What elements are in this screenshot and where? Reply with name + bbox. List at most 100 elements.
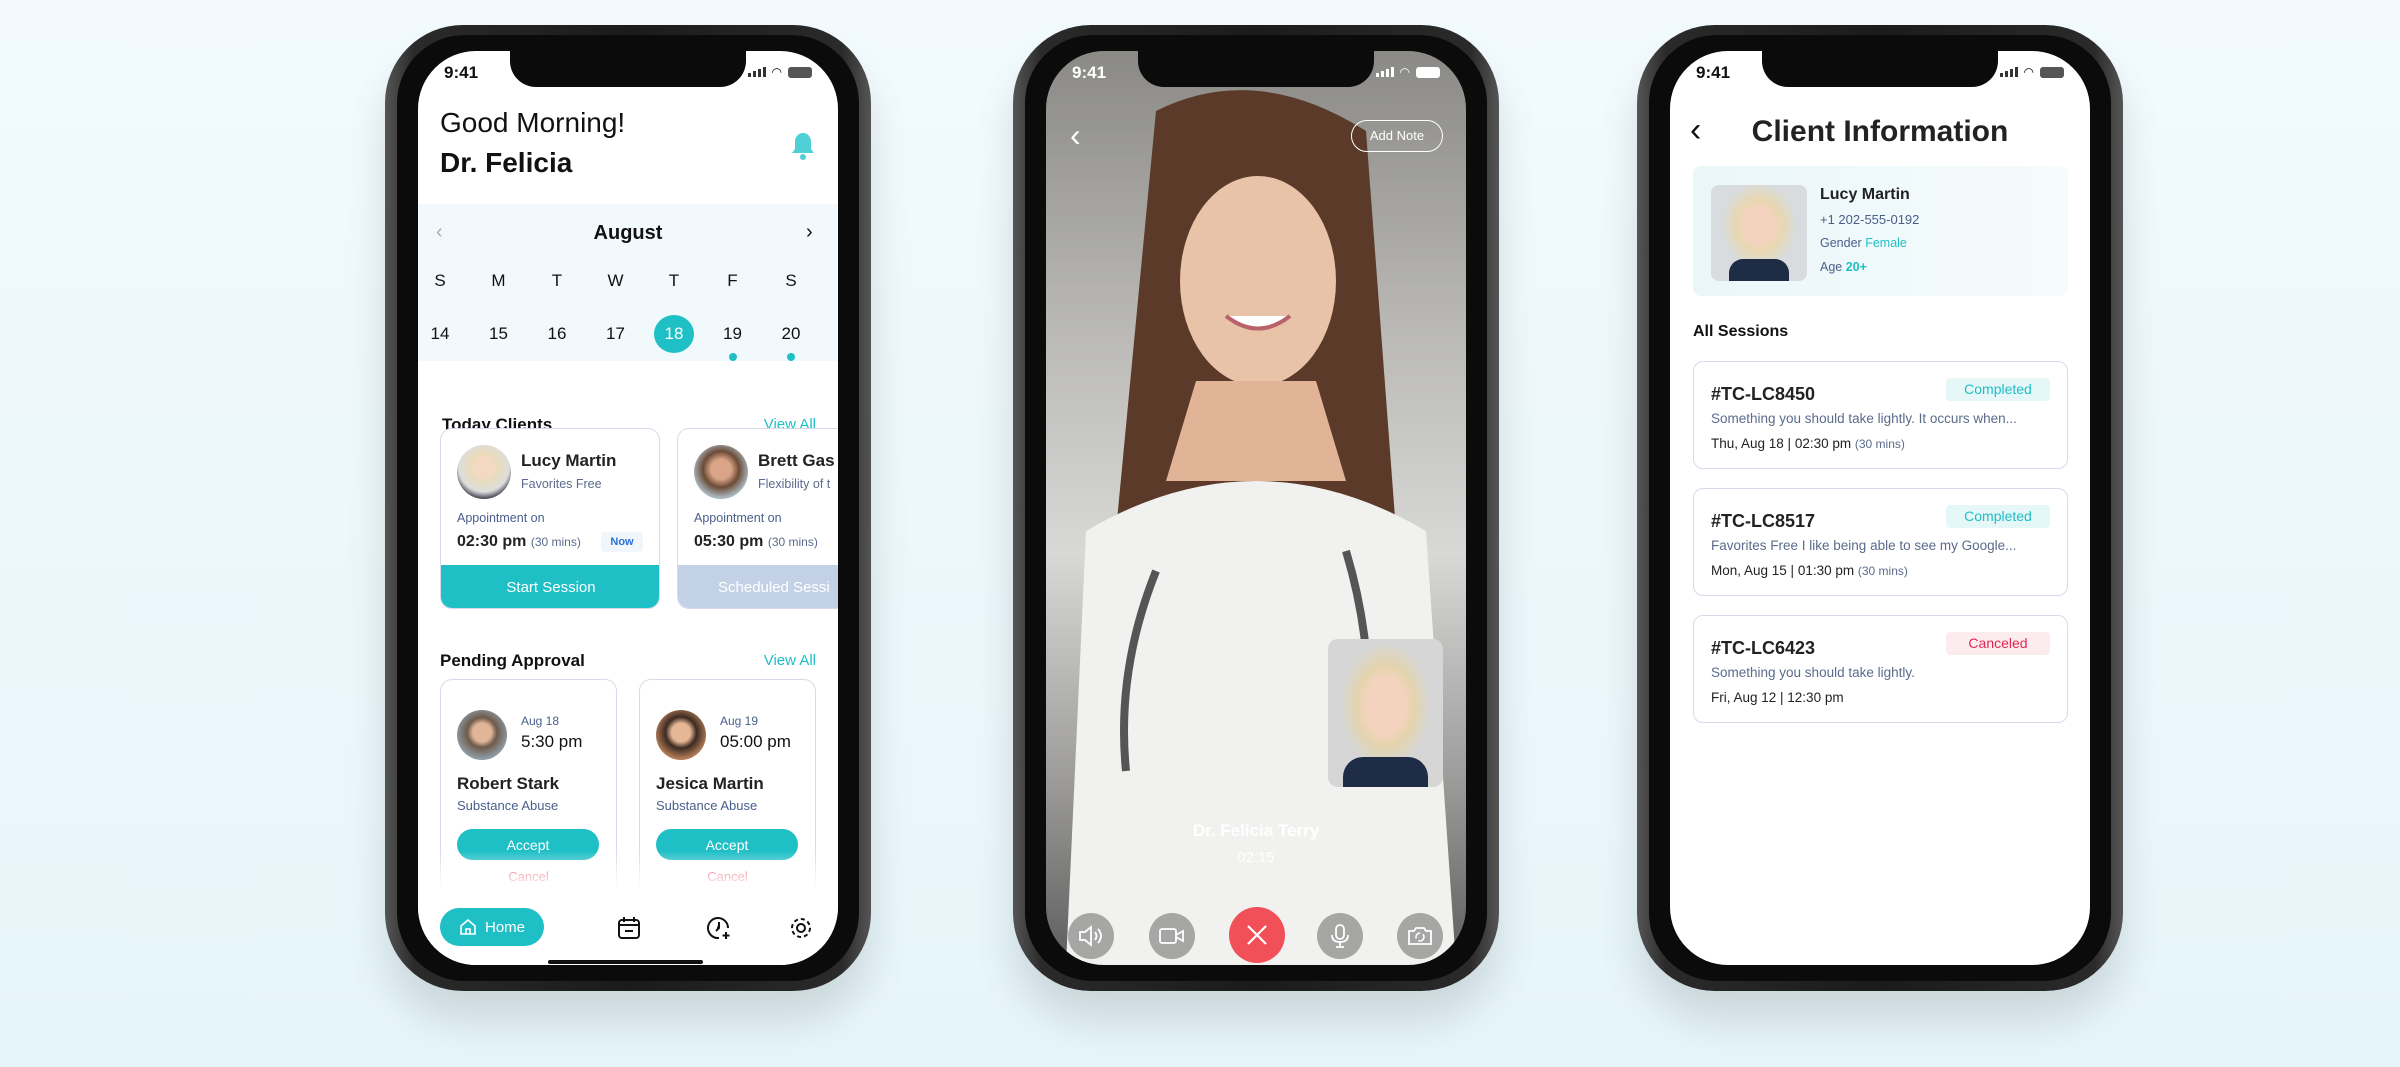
appointment-label: Appointment on — [694, 511, 782, 525]
session-datetime: Fri, Aug 12 | 12:30 pm — [1711, 690, 1844, 705]
signal-icon — [747, 67, 766, 77]
session-card[interactable]: #TC-LC8517 Completed Favorites Free I li… — [1693, 488, 2068, 596]
back-icon[interactable]: ‹ — [1070, 117, 1081, 154]
scheduled-session-button[interactable]: Scheduled Sessi — [678, 565, 838, 608]
calendar-date-selected[interactable]: 18 — [654, 315, 694, 353]
appointment-duration: (30 mins) — [767, 535, 818, 549]
session-description: Something you should take lightly. — [1711, 665, 1915, 680]
speaker-icon — [1079, 925, 1102, 947]
battery-icon — [2040, 66, 2064, 78]
pending-view-all[interactable]: View All — [764, 652, 816, 669]
appointment-dot — [728, 353, 737, 361]
appointment-time: 05:30 pm — [694, 533, 764, 550]
status-icons: ◠ — [747, 65, 812, 79]
status-badge: Completed — [1946, 505, 2050, 528]
fade-overlay — [418, 851, 838, 888]
home-indicator — [548, 960, 703, 964]
calendar-date[interactable]: 20 — [771, 324, 811, 344]
microphone-icon — [1331, 924, 1349, 948]
avatar — [457, 710, 507, 760]
session-card[interactable]: #TC-LC8450 Completed Something you shoul… — [1693, 361, 2068, 469]
status-time: 9:41 — [444, 63, 479, 82]
start-session-button[interactable]: Start Session — [441, 565, 659, 608]
notch — [510, 51, 746, 87]
calendar-date[interactable]: 16 — [537, 324, 577, 344]
weekday-label: S — [785, 271, 797, 290]
appointment-dot — [787, 353, 795, 361]
battery-icon — [788, 66, 812, 78]
status-time: 9:41 — [1072, 63, 1107, 82]
self-video-pip[interactable] — [1328, 639, 1443, 787]
weekday-label: M — [491, 271, 506, 290]
home-screen: 9:41 ◠ Good Morning! Dr. Felicia ‹ Augus… — [418, 51, 838, 965]
avatar — [694, 445, 748, 499]
weekday-label: S — [434, 271, 446, 290]
session-description: Something you should take lightly. It oc… — [1711, 411, 2017, 426]
caller-name: Dr. Felicia Terry — [1192, 821, 1320, 840]
avatar — [457, 445, 511, 499]
page-title: Client Information — [1751, 115, 2009, 148]
client-card[interactable]: Lucy Martin Favorites Free Appointment o… — [440, 428, 660, 609]
pending-time: 05:00 pm — [720, 732, 791, 751]
speaker-button[interactable] — [1068, 913, 1114, 959]
client-name: Brett Gas — [758, 451, 835, 470]
client-info-screen: 9:41 ◠ ‹ Client Information Lucy Martin … — [1670, 51, 2090, 965]
client-phone: +1 202-555-0192 — [1820, 212, 1920, 227]
status-badge: Completed — [1946, 378, 2050, 401]
client-name: Lucy Martin — [1820, 186, 1910, 203]
greeting: Good Morning! — [440, 107, 626, 138]
signal-icon — [1999, 67, 2018, 77]
calendar-icon[interactable] — [616, 915, 642, 941]
session-datetime: Thu, Aug 18 | 02:30 pm — [1711, 436, 1852, 451]
wifi-icon: ◠ — [771, 65, 782, 79]
status-icons: ◠ — [1999, 65, 2064, 79]
calendar-date[interactable]: 19 — [713, 324, 753, 344]
schedule-add-icon[interactable] — [706, 915, 732, 941]
mute-button[interactable] — [1317, 913, 1363, 959]
video-camera-icon — [1159, 928, 1184, 944]
sessions-title: All Sessions — [1693, 323, 1789, 340]
bell-icon[interactable] — [790, 131, 816, 161]
calendar-date[interactable]: 14 — [420, 324, 460, 344]
calendar-date[interactable]: 15 — [479, 324, 519, 344]
session-description: Favorites Free I like being able to see … — [1711, 538, 2017, 553]
next-month-icon[interactable]: › — [806, 221, 813, 244]
client-card[interactable]: Brett Gas Flexibility of t Appointment o… — [677, 428, 838, 609]
settings-icon[interactable] — [788, 915, 814, 941]
status-icons: ◠ — [1375, 65, 1440, 79]
pending-subtitle: Substance Abuse — [656, 798, 758, 813]
nav-home-label: Home — [484, 918, 525, 936]
pending-date: Aug 18 — [521, 714, 560, 728]
status-time: 9:41 — [1696, 63, 1731, 82]
add-note-button[interactable]: Add Note — [1351, 120, 1443, 152]
session-card[interactable]: #TC-LC6423 Canceled Something you should… — [1693, 615, 2068, 723]
client-photo — [1711, 185, 1807, 281]
end-call-button[interactable] — [1229, 907, 1285, 963]
pending-date: Aug 19 — [720, 714, 759, 728]
close-icon — [1247, 925, 1267, 945]
appointment-time: 02:30 pm — [457, 533, 527, 550]
nav-home[interactable]: Home — [440, 908, 544, 946]
pending-name: Robert Stark — [457, 774, 560, 793]
switch-camera-button[interactable] — [1397, 913, 1443, 959]
avatar — [656, 710, 706, 760]
session-duration: (30 mins) — [1857, 564, 1908, 578]
signal-icon — [1375, 67, 1394, 77]
gender-value: Female — [1865, 236, 1907, 250]
now-badge: Now — [601, 532, 643, 552]
calendar-date[interactable]: 17 — [596, 324, 636, 344]
notch — [1762, 51, 1998, 87]
bottom-nav: Home — [418, 888, 838, 965]
pending-name: Jesica Martin — [656, 774, 764, 793]
weekday-label: T — [668, 271, 680, 290]
age-value: 20+ — [1845, 260, 1867, 274]
phone-client: 9:41 ◠ ‹ Client Information Lucy Martin … — [1637, 25, 2123, 991]
age-label: Age — [1820, 260, 1843, 274]
switch-camera-icon — [1408, 927, 1432, 945]
appointment-label: Appointment on — [457, 511, 545, 525]
session-id: #TC-LC6423 — [1711, 638, 1816, 658]
client-name: Lucy Martin — [521, 451, 617, 470]
month-label: August — [593, 222, 663, 244]
video-toggle-button[interactable] — [1149, 913, 1195, 959]
weekday-label: W — [607, 271, 624, 290]
